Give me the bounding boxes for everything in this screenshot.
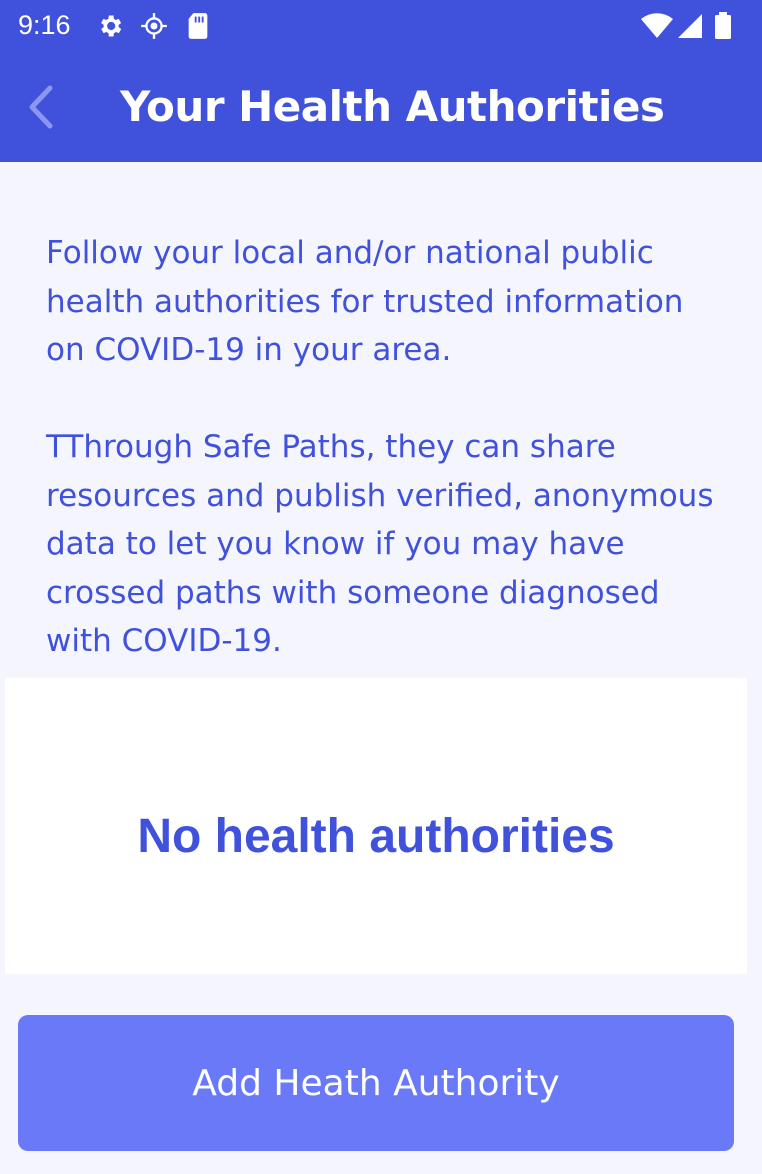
gear-icon — [101, 15, 122, 37]
battery-icon — [715, 12, 731, 39]
empty-state-text: No health authorities — [137, 809, 615, 863]
status-time: 9:16 — [18, 10, 71, 40]
status-bar: 9:16 — [0, 0, 762, 52]
intro-paragraph-2: TThrough Safe Paths, they can share reso… — [46, 429, 714, 659]
wifi-icon — [641, 13, 673, 38]
intro-paragraph-1: Follow your local and/or national public… — [46, 235, 684, 368]
back-chevron-icon[interactable] — [22, 82, 62, 132]
page-title: Your Health Authorities — [120, 82, 665, 131]
location-icon — [141, 13, 167, 39]
app-bar: Your Health Authorities — [0, 52, 762, 162]
authorities-list: No health authorities — [5, 678, 747, 974]
sd-card-icon — [188, 13, 208, 39]
cell-signal-icon — [678, 14, 702, 38]
intro-text: Follow your local and/or national public… — [46, 229, 726, 666]
add-health-authority-button[interactable]: Add Heath Authority — [18, 1015, 734, 1151]
